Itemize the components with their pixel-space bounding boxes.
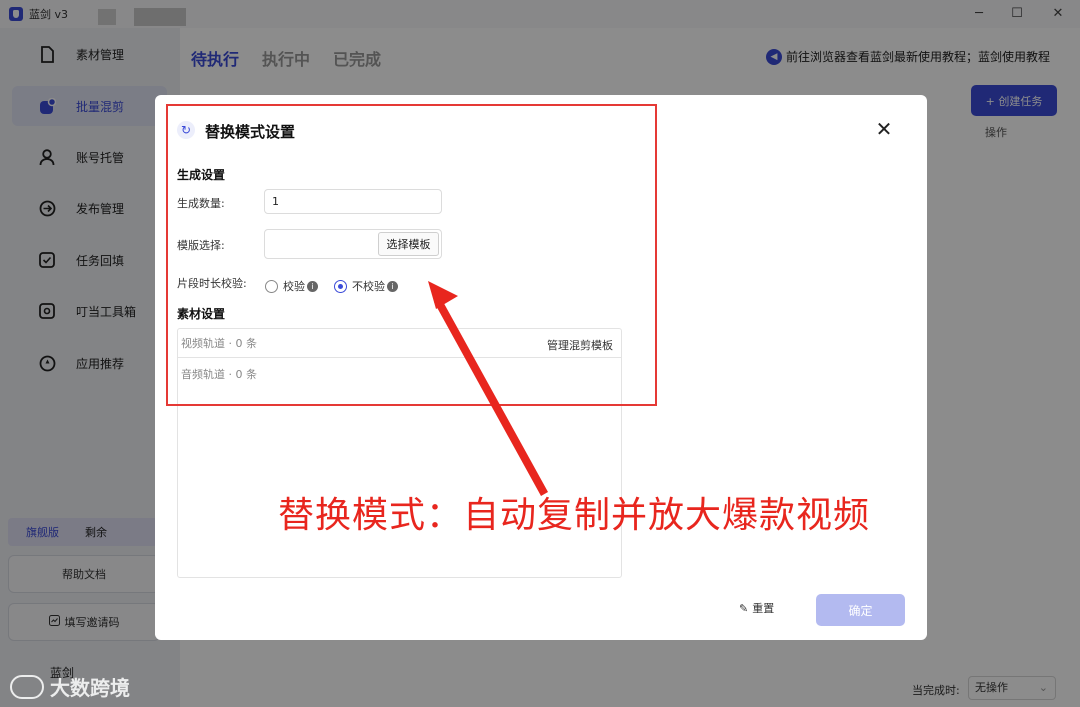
watermark-logo-icon xyxy=(10,674,44,699)
annotation-arrow xyxy=(428,281,548,496)
watermark: 大数跨境 xyxy=(10,672,130,701)
annotation-text: 替换模式：自动复制并放大爆款视频 xyxy=(278,495,871,536)
watermark-text: 大数跨境 xyxy=(50,676,130,700)
